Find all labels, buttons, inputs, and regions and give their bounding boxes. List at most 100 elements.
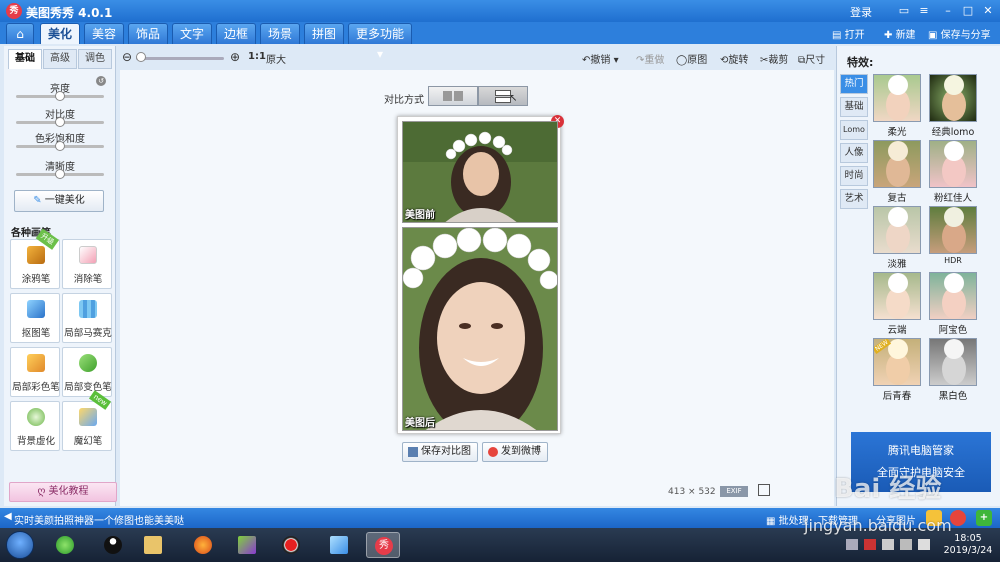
tool-background-blur[interactable]: 背景虚化	[10, 401, 60, 451]
windows-taskbar: 秀 18:05 2019/3/24	[0, 528, 1000, 562]
keyboard-tray-icon[interactable]	[846, 539, 858, 550]
slider-knob[interactable]	[55, 117, 65, 127]
weibo-icon[interactable]	[950, 510, 966, 526]
effect-classic-lomo[interactable]: 经典lomo	[929, 74, 977, 138]
login-link[interactable]: 登录	[850, 4, 872, 20]
effect-elegant[interactable]: 淡雅	[873, 206, 921, 270]
redo-button[interactable]: ↷重做	[636, 51, 664, 66]
tab-scene[interactable]: 场景	[260, 23, 300, 44]
beautify-tutorial-button[interactable]: ღ 美化教程	[9, 482, 117, 502]
taskbar-app-explorer[interactable]	[136, 532, 170, 558]
tool-cutout-pen[interactable]: 抠图笔	[10, 293, 60, 343]
contrast-slider[interactable]: 对比度	[12, 106, 108, 127]
system-clock[interactable]: 18:05 2019/3/24	[940, 533, 996, 557]
effect-abao-color[interactable]: 阿宝色	[929, 272, 977, 336]
brightness-slider[interactable]: 亮度	[12, 80, 108, 101]
taskbar-app-screenshot[interactable]	[320, 532, 360, 558]
download-manager-button[interactable]: 下载管理	[818, 512, 858, 527]
effect-after-youth[interactable]: NEW 后青春	[873, 338, 921, 402]
home-icon: ⌂	[16, 27, 24, 41]
undo-button[interactable]: ↶撤销 ▾	[582, 51, 619, 66]
save-compare-button[interactable]: 保存对比图	[402, 442, 478, 462]
plus-icon[interactable]: +	[976, 510, 992, 526]
taskbar-app-recorder[interactable]	[274, 532, 308, 558]
tool-doodle-pen[interactable]: 升级 涂鸦笔	[10, 228, 60, 289]
send-weibo-button[interactable]: 发到微博	[482, 442, 548, 462]
resize-button[interactable]: ⧉尺寸	[798, 51, 825, 66]
subtab-color[interactable]: 调色	[78, 49, 112, 69]
tab-accessories[interactable]: 饰品	[128, 23, 168, 44]
one-click-beautify-button[interactable]: ✎ 一键美化	[14, 190, 104, 212]
close-button[interactable]: ✕	[980, 3, 996, 19]
windows-start-icon[interactable]	[6, 531, 34, 559]
fit-window-icon[interactable]	[758, 484, 770, 496]
ratio-1to1[interactable]: 1:1	[248, 51, 266, 62]
rotate-button[interactable]: ⟲旋转	[720, 51, 748, 66]
tool-local-color-pen[interactable]: 局部彩色笔	[10, 347, 60, 397]
effect-pink-beauty[interactable]: 粉红佳人	[929, 140, 977, 204]
zoom-slider[interactable]	[136, 57, 224, 60]
tool-local-recolor-pen[interactable]: 局部变色笔	[62, 347, 112, 397]
menu-icon[interactable]: ≡	[916, 3, 932, 19]
category-portrait[interactable]: 人像	[840, 143, 868, 163]
open-button[interactable]: ▤ 打开	[832, 26, 865, 41]
message-icon[interactable]: ▭	[896, 3, 912, 19]
category-hot[interactable]: 热门	[840, 74, 868, 94]
tab-beautify[interactable]: 美化	[40, 23, 80, 44]
effect-soft-light[interactable]: 柔光	[873, 74, 921, 138]
effect-cloud[interactable]: 云端	[873, 272, 921, 336]
share-image-button[interactable]: 分享图片	[876, 512, 916, 527]
effect-hdr[interactable]: HDR	[929, 206, 977, 265]
slider-knob[interactable]	[55, 141, 65, 151]
compare-top-bottom-button[interactable]: ↖	[478, 86, 528, 106]
app-title: 美图秀秀 4.0.1	[26, 6, 113, 20]
taskbar-app-meitu[interactable]: 秀	[366, 532, 400, 558]
network-tray-icon[interactable]	[882, 539, 894, 550]
tab-beauty[interactable]: 美容	[84, 23, 124, 44]
tab-collage[interactable]: 拼图	[304, 23, 344, 44]
home-tab[interactable]: ⌂	[6, 23, 34, 44]
tool-mosaic[interactable]: 局部马赛克	[62, 293, 112, 343]
slider-knob[interactable]	[55, 169, 65, 179]
exif-icon[interactable]: EXIF	[720, 486, 748, 497]
tencent-pc-manager-ad[interactable]: 腾讯电脑管家 全面守护电脑安全	[851, 432, 991, 492]
save-share-button[interactable]: ▣ 保存与分享	[928, 26, 991, 41]
save-icon: ▣	[928, 30, 941, 41]
minimize-button[interactable]: –	[940, 3, 956, 19]
original-size-button[interactable]: 原大	[266, 51, 286, 66]
tab-text[interactable]: 文字	[172, 23, 212, 44]
category-lomo[interactable]: Lomo	[840, 120, 868, 140]
tool-magic-pen[interactable]: new 魔幻笔	[62, 390, 112, 451]
star-icon[interactable]	[926, 510, 942, 526]
saturation-slider[interactable]: 色彩饱和度	[12, 130, 108, 151]
category-art[interactable]: 艺术	[840, 189, 868, 209]
effect-vintage[interactable]: 复古	[873, 140, 921, 204]
status-message[interactable]: 实时美颜拍照神器一个修图也能美美哒	[14, 512, 184, 527]
zoom-in-icon[interactable]: ⊕	[230, 50, 240, 64]
maximize-button[interactable]: □	[960, 3, 976, 19]
taskbar-app-firefox[interactable]	[186, 532, 220, 558]
subtab-advanced[interactable]: 高级	[43, 49, 77, 69]
tab-more[interactable]: 更多功能 ▾	[348, 23, 412, 61]
sharpness-slider[interactable]: 清晰度	[12, 158, 108, 179]
new-button[interactable]: ✚ 新建	[884, 26, 916, 41]
subtab-basic[interactable]: 基础	[8, 49, 42, 69]
slider-knob[interactable]	[55, 91, 65, 101]
antivirus-tray-icon[interactable]	[864, 539, 876, 550]
taskbar-app-360[interactable]	[48, 532, 82, 558]
batch-process-button[interactable]: ▦ 批处理	[766, 512, 809, 527]
crop-button[interactable]: ✂裁剪	[760, 51, 788, 66]
taskbar-app-qq[interactable]	[96, 532, 130, 558]
category-basic[interactable]: 基础	[840, 97, 868, 117]
zoom-knob[interactable]	[136, 52, 146, 62]
zoom-out-icon[interactable]: ⊖	[122, 50, 132, 64]
tab-frame[interactable]: 边框	[216, 23, 256, 44]
original-button[interactable]: ◯原图	[676, 51, 707, 66]
speaker-tray-icon[interactable]	[900, 539, 912, 550]
tool-eraser[interactable]: 消除笔	[62, 239, 112, 289]
effect-black-white[interactable]: 黑白色	[929, 338, 977, 402]
taskbar-app-video[interactable]	[230, 532, 264, 558]
ime-tray-icon[interactable]	[918, 539, 930, 550]
category-fashion[interactable]: 时尚	[840, 166, 868, 186]
compare-side-by-side-button[interactable]	[428, 86, 478, 106]
